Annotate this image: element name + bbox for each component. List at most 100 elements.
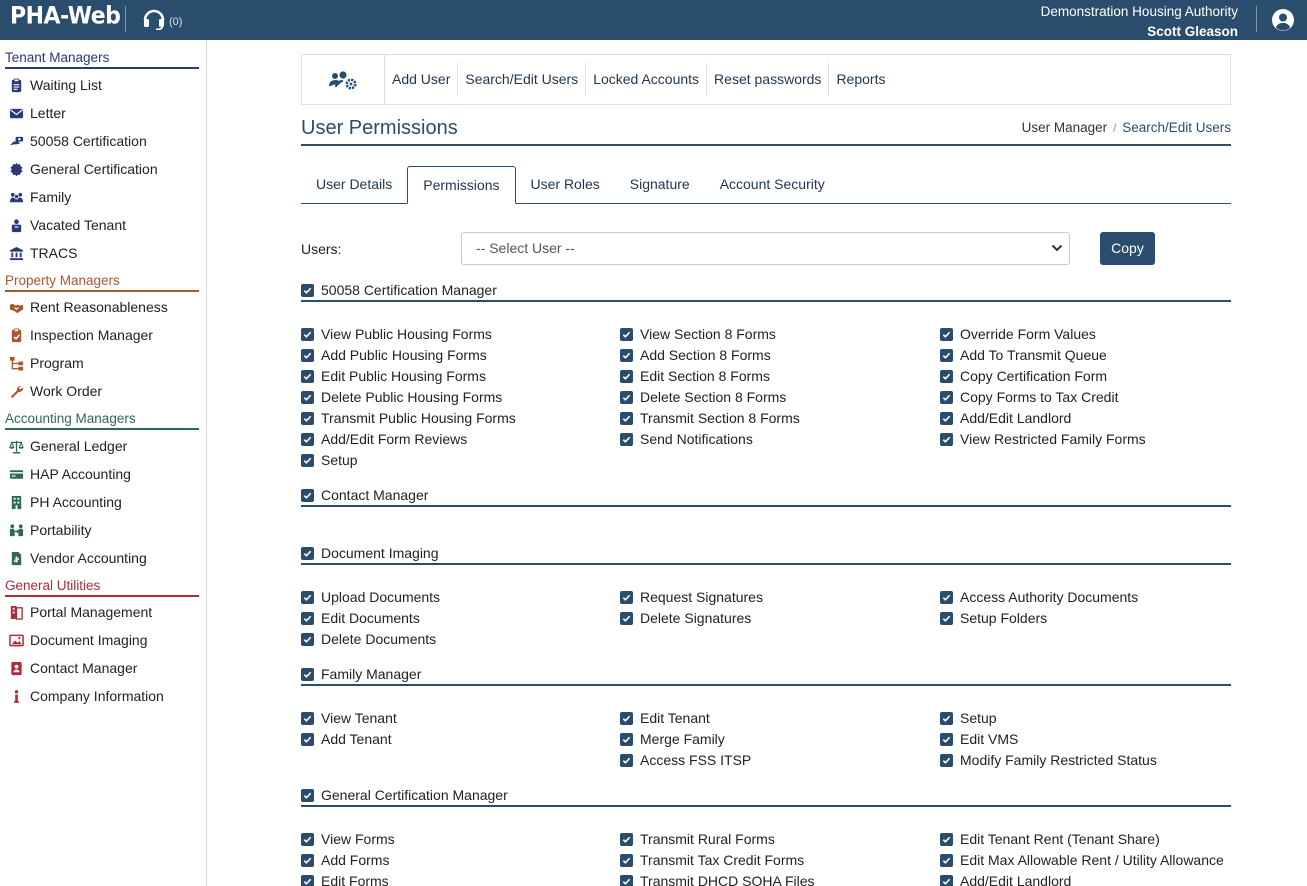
permission-item[interactable]: Access FSS ITSP [620, 750, 751, 770]
permission-item[interactable]: Add Tenant [301, 729, 392, 749]
permission-item[interactable]: View Restricted Family Forms [940, 429, 1146, 449]
permission-item[interactable]: Copy Certification Form [940, 366, 1107, 386]
sidebar-item-ph-accounting[interactable]: PH Accounting [8, 492, 122, 512]
sidebar-item-letter[interactable]: Letter [8, 103, 66, 123]
permission-item[interactable]: Delete Public Housing Forms [301, 387, 502, 407]
user-select[interactable]: -- Select User -- [461, 232, 1070, 265]
breadcrumb-item-current[interactable]: Search/Edit Users [1122, 120, 1231, 135]
permission-item[interactable]: Merge Family [620, 729, 725, 749]
checkbox[interactable] [940, 369, 953, 383]
checkbox[interactable] [940, 348, 953, 362]
permission-item[interactable]: Setup Folders [940, 608, 1047, 628]
permission-item[interactable]: Send Notifications [620, 429, 753, 449]
permission-item[interactable]: View Forms [301, 829, 395, 849]
permission-item[interactable]: Access Authority Documents [940, 587, 1138, 607]
toolbar-link-reports[interactable]: Reports [829, 63, 892, 96]
permission-item[interactable]: Add/Edit Landlord [940, 871, 1071, 886]
checkbox[interactable] [301, 488, 314, 502]
copy-button[interactable]: Copy [1100, 232, 1155, 265]
toolbar-link-reset-passwords[interactable]: Reset passwords [707, 63, 830, 96]
sidebar-item-general-ledger[interactable]: General Ledger [8, 436, 127, 456]
permission-group-header[interactable]: Family Manager [301, 664, 1231, 684]
checkbox[interactable] [301, 853, 314, 867]
checkbox[interactable] [620, 327, 633, 341]
permission-item[interactable]: Transmit DHCD SOHA Files [620, 871, 815, 886]
checkbox[interactable] [620, 590, 633, 604]
sidebar-item-vendor-accounting[interactable]: Vendor Accounting [8, 548, 147, 568]
checkbox[interactable] [620, 411, 633, 425]
permission-group-header[interactable]: 50058 Certification Manager [301, 280, 1231, 300]
checkbox[interactable] [940, 390, 953, 404]
permission-item[interactable]: Transmit Section 8 Forms [620, 408, 800, 428]
account-icon[interactable] [1271, 8, 1295, 32]
permission-item[interactable]: Add Forms [301, 850, 389, 870]
sidebar-item-inspection-manager[interactable]: Inspection Manager [8, 325, 153, 345]
checkbox[interactable] [620, 874, 633, 886]
permission-item[interactable]: Delete Signatures [620, 608, 751, 628]
support-button[interactable]: (0) [142, 8, 182, 33]
checkbox[interactable] [620, 390, 633, 404]
sidebar-item-portability[interactable]: Portability [8, 520, 91, 540]
permission-item[interactable]: Edit Max Allowable Rent / Utility Allowa… [940, 850, 1224, 870]
permission-item[interactable]: Add/Edit Form Reviews [301, 429, 467, 449]
checkbox[interactable] [301, 732, 314, 746]
permission-item[interactable]: View Section 8 Forms [620, 324, 776, 344]
tab-permissions[interactable]: Permissions [407, 166, 516, 204]
checkbox[interactable] [620, 753, 633, 767]
permission-item[interactable]: Delete Documents [301, 629, 436, 649]
checkbox[interactable] [940, 732, 953, 746]
checkbox[interactable] [940, 411, 953, 425]
checkbox[interactable] [301, 390, 314, 404]
checkbox[interactable] [301, 369, 314, 383]
checkbox[interactable] [940, 590, 953, 604]
tab-account-security[interactable]: Account Security [705, 166, 840, 203]
sidebar-item-vacated-tenant[interactable]: Vacated Tenant [8, 215, 126, 235]
permission-item[interactable]: Transmit Public Housing Forms [301, 408, 516, 428]
permission-item[interactable]: Transmit Rural Forms [620, 829, 775, 849]
sidebar-item-company-information[interactable]: Company Information [8, 686, 164, 706]
tab-user-details[interactable]: User Details [301, 166, 407, 203]
permission-item[interactable]: Transmit Tax Credit Forms [620, 850, 804, 870]
permission-group-header[interactable]: General Certification Manager [301, 785, 1231, 805]
permission-item[interactable]: Edit Section 8 Forms [620, 366, 770, 386]
sidebar-item-hap-accounting[interactable]: HAP Accounting [8, 464, 131, 484]
checkbox[interactable] [620, 348, 633, 362]
checkbox[interactable] [940, 874, 953, 886]
checkbox[interactable] [301, 453, 314, 467]
app-logo[interactable]: PHA-Web [10, 3, 121, 30]
permission-item[interactable]: Edit Tenant Rent (Tenant Share) [940, 829, 1160, 849]
checkbox[interactable] [301, 711, 314, 725]
permission-item[interactable]: Edit Documents [301, 608, 420, 628]
permission-item[interactable]: Edit Public Housing Forms [301, 366, 486, 386]
permission-item[interactable]: Setup [940, 708, 997, 728]
permission-item[interactable]: View Tenant [301, 708, 397, 728]
checkbox[interactable] [620, 611, 633, 625]
checkbox[interactable] [940, 432, 953, 446]
checkbox[interactable] [301, 667, 314, 681]
checkbox[interactable] [620, 832, 633, 846]
sidebar-item-family[interactable]: Family [8, 187, 71, 207]
permission-item[interactable]: Setup [301, 450, 358, 470]
checkbox[interactable] [301, 283, 314, 297]
sidebar-item-document-imaging[interactable]: Document Imaging [8, 630, 148, 650]
checkbox[interactable] [940, 753, 953, 767]
checkbox[interactable] [620, 432, 633, 446]
checkbox[interactable] [301, 327, 314, 341]
permission-item[interactable]: Add/Edit Landlord [940, 408, 1071, 428]
checkbox[interactable] [301, 788, 314, 802]
checkbox[interactable] [301, 348, 314, 362]
permission-item[interactable]: Copy Forms to Tax Credit [940, 387, 1118, 407]
checkbox[interactable] [940, 327, 953, 341]
sidebar-item-portal-management[interactable]: Portal Management [8, 602, 152, 622]
permission-item[interactable]: Edit VMS [940, 729, 1018, 749]
checkbox[interactable] [620, 369, 633, 383]
users-cog-icon[interactable] [302, 55, 385, 104]
permission-item[interactable]: Edit Forms [301, 871, 389, 886]
permission-item[interactable]: Edit Tenant [620, 708, 710, 728]
toolbar-link-search-edit-users[interactable]: Search/Edit Users [458, 63, 587, 96]
checkbox[interactable] [301, 590, 314, 604]
sidebar-item-tracs[interactable]: TRACS [8, 243, 77, 263]
permission-item[interactable]: Override Form Values [940, 324, 1096, 344]
permission-item[interactable]: View Public Housing Forms [301, 324, 492, 344]
sidebar-item-work-order[interactable]: Work Order [8, 381, 102, 401]
